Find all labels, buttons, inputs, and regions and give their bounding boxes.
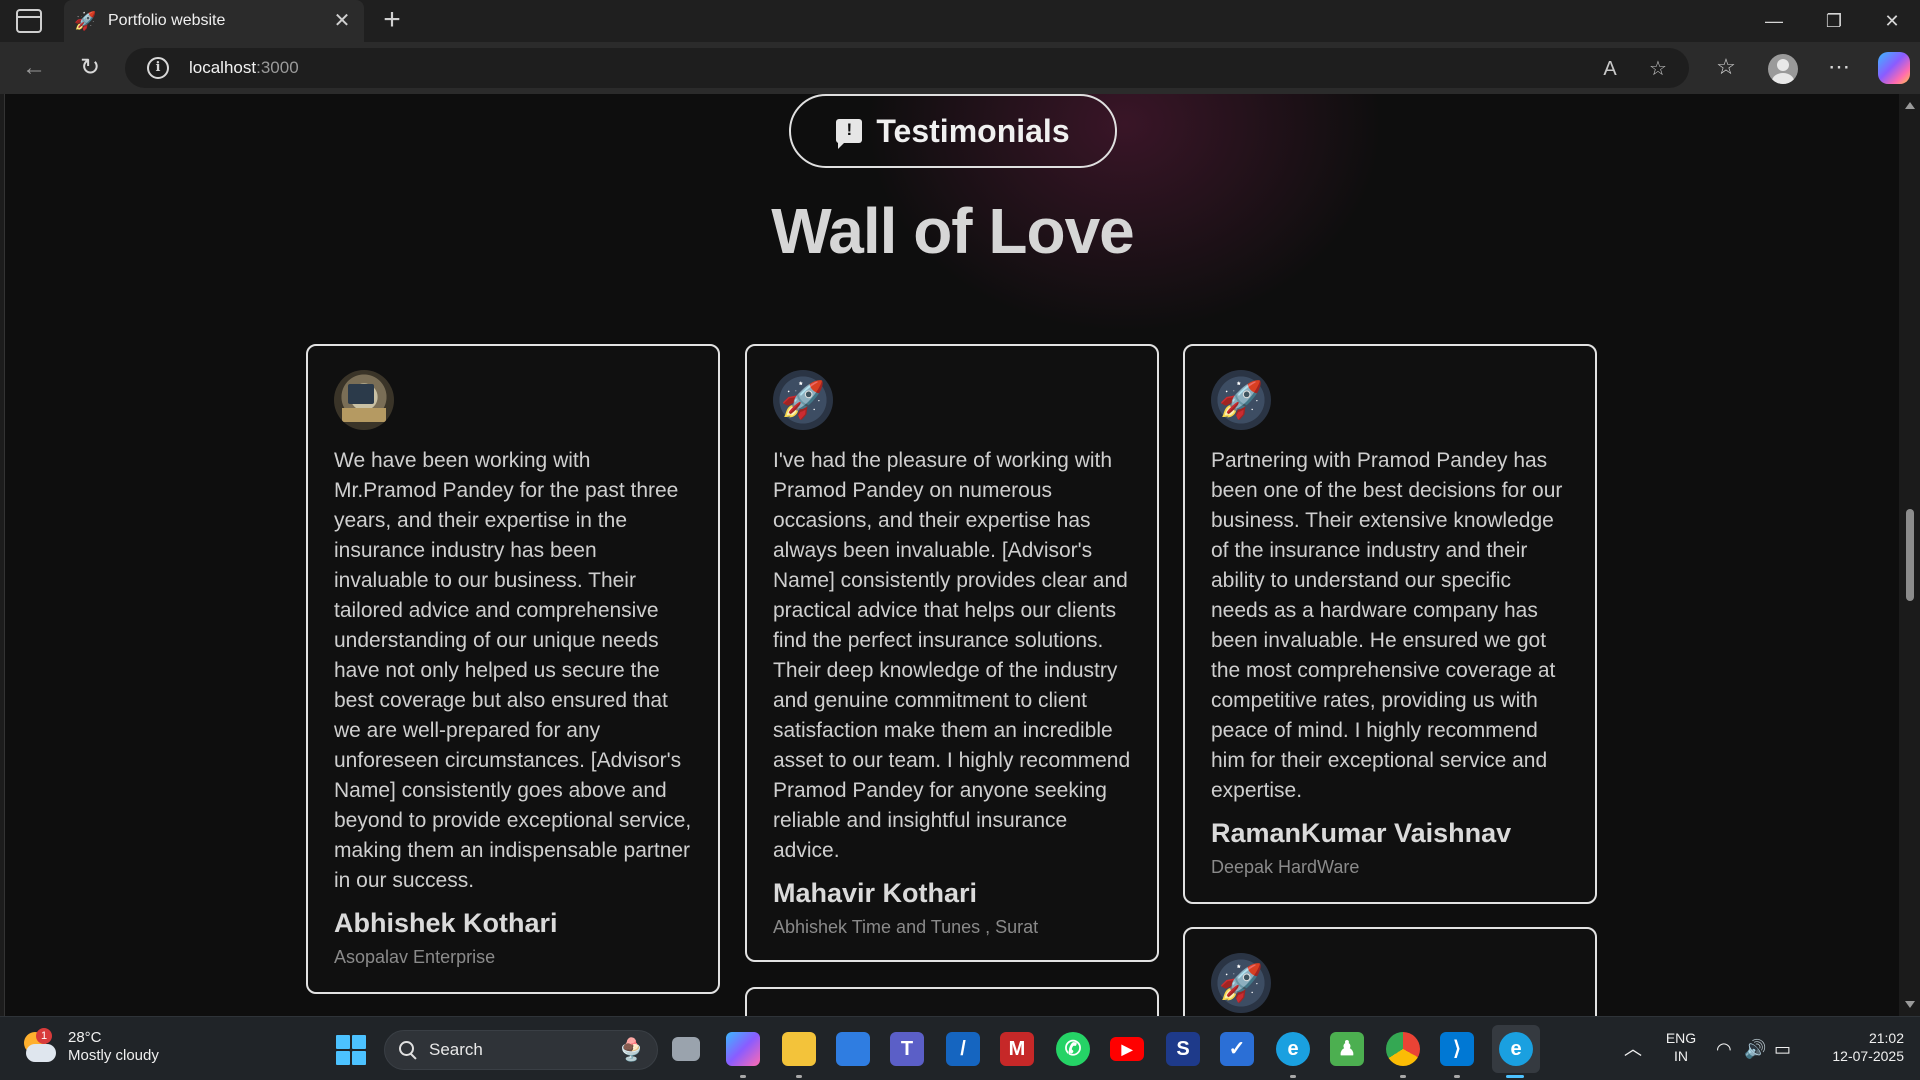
language-indicator[interactable]: ENG IN — [1660, 1029, 1702, 1065]
browser-tab[interactable]: 🚀 Portfolio website ✕ — [64, 0, 364, 42]
testimonial-text: Partnering with Pramod Pandey has been o… — [1211, 449, 1563, 802]
url-text[interactable]: localhost:3000 — [189, 58, 299, 78]
reviewer-name: Mahavir Kothari — [773, 878, 978, 908]
scroll-down-icon[interactable] — [1905, 1001, 1915, 1008]
reviewer-name: Abhishek Kothari — [334, 908, 558, 938]
close-tab-icon[interactable]: ✕ — [328, 7, 356, 35]
vscode-icon[interactable]: ⟩ — [1440, 1032, 1474, 1066]
minimize-icon[interactable]: — — [1746, 0, 1802, 42]
scroll-up-icon[interactable] — [1905, 102, 1915, 109]
weather-widget[interactable]: 1 28°C Mostly cloudy — [18, 1028, 159, 1065]
mcafee-icon[interactable]: M — [1000, 1032, 1034, 1066]
reviewer-company: Deepak HardWare — [1211, 857, 1360, 877]
rocket-avatar-icon: 🚀 — [1211, 953, 1271, 1013]
close-window-icon[interactable]: ✕ — [1864, 0, 1920, 42]
todo-check-icon[interactable]: ✓ — [1220, 1032, 1254, 1066]
rocket-avatar-icon: 🚀 — [773, 370, 833, 430]
volume-icon[interactable]: 🔊 — [1744, 1039, 1766, 1059]
chrome-icon[interactable] — [1386, 1032, 1420, 1066]
running-indicator — [740, 1075, 746, 1078]
search-highlight-icon: 🍨 — [617, 1037, 645, 1062]
more-options-icon[interactable]: ⋯ — [1824, 52, 1854, 82]
weather-badge: 1 — [36, 1028, 52, 1044]
windows-start-icon[interactable] — [336, 1035, 366, 1065]
microsoft-store-icon[interactable] — [836, 1032, 870, 1066]
file-explorer-icon[interactable] — [782, 1032, 816, 1066]
running-indicator — [1290, 1075, 1296, 1078]
refresh-icon[interactable]: ↻ — [72, 50, 108, 86]
weather-temperature: 28°C — [68, 1029, 102, 1046]
edge-icon[interactable]: e — [1276, 1032, 1310, 1066]
app-icon-blue[interactable]: / — [946, 1032, 980, 1066]
partly-cloudy-icon: 1 — [18, 1028, 58, 1064]
running-indicator — [1400, 1075, 1406, 1078]
date: 12-07-2025 — [1832, 1048, 1904, 1064]
show-hidden-icons-chevron-icon[interactable]: ︿ — [1624, 1039, 1642, 1059]
site-info-icon[interactable]: i — [147, 57, 169, 79]
page-title: Wall of Love — [771, 195, 1135, 267]
search-label: Search — [429, 1040, 483, 1059]
scroll-thumb[interactable] — [1906, 509, 1914, 601]
weather-description: Mostly cloudy — [68, 1047, 159, 1064]
task-view-icon[interactable] — [672, 1037, 700, 1061]
feedback-icon — [836, 119, 863, 149]
chess-icon[interactable]: ♟ — [1330, 1032, 1364, 1066]
testimonial-text: I've had the pleasure of working with Pr… — [773, 449, 1131, 862]
reviewer-company: Abhishek Time and Tunes , Surat — [773, 917, 1039, 937]
active-indicator — [1506, 1075, 1524, 1078]
testimonials-badge: Testimonials — [789, 94, 1117, 168]
rocket-favicon-icon: 🚀 — [74, 11, 97, 31]
tab-title: Portfolio website — [108, 12, 226, 29]
rocket-avatar-icon: 🚀 — [1211, 370, 1271, 430]
testimonial-card: We have been working with Mr.Pramod Pand… — [306, 344, 720, 994]
whatsapp-icon[interactable]: ✆ — [1056, 1032, 1090, 1066]
wifi-icon[interactable]: ◠ — [1716, 1039, 1732, 1059]
restore-icon[interactable]: ❐ — [1806, 0, 1862, 42]
skype-s-icon[interactable]: S — [1166, 1032, 1200, 1066]
sidebar-toggle-icon[interactable] — [16, 9, 42, 33]
running-indicator — [1454, 1075, 1460, 1078]
address-bar[interactable]: i localhost:3000 A ☆ — [125, 48, 1689, 88]
reviewer-company: Asopalav Enterprise — [334, 947, 496, 967]
title-bar: 🚀 Portfolio website ✕ + — ❐ ✕ — [0, 0, 1920, 42]
testimonial-card: 🚀 Partnering with Pramod Pandey has been… — [1183, 344, 1597, 904]
running-indicator — [796, 1075, 802, 1078]
copilot-app-icon[interactable] — [726, 1032, 760, 1066]
page-viewport: Testimonials Wall of Love We have been w… — [4, 94, 1899, 1016]
taskbar: 1 28°C Mostly cloudy Search 🍨 T / M ✆ ▶ … — [0, 1016, 1920, 1080]
testimonial-text: We have been working with Mr.Pramod Pand… — [334, 449, 692, 892]
search-icon — [399, 1041, 417, 1059]
back-arrow-icon[interactable]: ← — [16, 50, 52, 86]
read-aloud-icon[interactable]: A — [1597, 57, 1623, 81]
edge-active-icon[interactable]: e — [1499, 1032, 1533, 1066]
battery-icon[interactable]: ▭ — [1774, 1039, 1791, 1059]
new-tab-icon[interactable]: + — [376, 5, 408, 37]
clock[interactable]: 21:02 12-07-2025 — [1808, 1029, 1904, 1065]
browser-toolbar: ← ↻ i localhost:3000 A ☆ ☆ ⋯ — [0, 42, 1920, 94]
taskbar-search[interactable]: Search 🍨 — [384, 1030, 658, 1070]
profile-avatar[interactable] — [1768, 54, 1798, 84]
copilot-icon[interactable] — [1878, 52, 1910, 84]
testimonials-label: Testimonials — [876, 112, 1070, 149]
youtube-icon[interactable]: ▶ — [1110, 1037, 1144, 1061]
favorites-icon[interactable]: ☆ — [1711, 52, 1741, 82]
teams-icon[interactable]: T — [890, 1032, 924, 1066]
favorite-star-icon[interactable]: ☆ — [1645, 57, 1671, 81]
vertical-scrollbar[interactable] — [1899, 94, 1920, 1016]
testimonial-card: 🚀 I've had the pleasure of working with … — [745, 344, 1159, 962]
time: 21:02 — [1868, 1030, 1904, 1046]
reviewer-name: RamanKumar Vaishnav — [1211, 818, 1512, 848]
testimonial-card-partial: 🚀 — [1183, 927, 1597, 1016]
testimonial-card-partial — [745, 987, 1159, 1016]
reviewer-avatar — [334, 370, 394, 430]
